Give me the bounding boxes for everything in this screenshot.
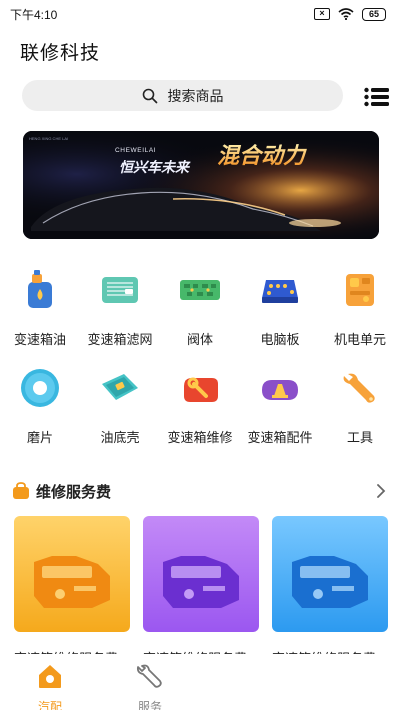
service-card-image [272,516,388,632]
oil-pan-icon [102,374,138,400]
search-placeholder: 搜索商品 [167,87,224,104]
status-time: 下午4:10 [10,7,58,22]
service-card[interactable]: 变速箱维修服务费 [272,516,388,663]
notification-x-icon: × [314,8,330,20]
oil-bottle-icon [28,270,52,308]
battery-icon: 65 [362,7,386,21]
service-card[interactable]: 变速箱维修服务费 [14,516,130,663]
nav-tab-service[interactable]: 服务 [120,662,180,710]
search-input[interactable]: 搜索商品 [22,80,343,111]
tool-icon [343,373,375,403]
category-computer-board[interactable]: 电脑板 [242,268,318,348]
service-card-image [14,516,130,632]
service-card-image [143,516,259,632]
banner-slogan-right: 混合动力 [217,143,307,169]
repair-wrench-icon [184,377,218,402]
category-transmission-oil[interactable]: 变速箱油 [2,268,78,348]
app-title: 联修科技 [20,43,101,64]
category-oil-pan[interactable]: 油底壳 [82,366,158,446]
category-label: 变速箱滤网 [87,332,153,347]
nav-label: 汽配 [37,700,62,710]
wifi-icon [338,8,354,20]
category-tools[interactable]: 工具 [322,366,398,446]
banner-tiny-text: HENG XING CHE LAI [29,136,68,141]
service-card[interactable]: 变速箱维修服务费 [143,516,259,663]
status-bar: 下午4:10 × 65 [0,0,400,28]
category-label: 变速箱配件 [247,430,313,445]
category-label: 机电单元 [333,332,386,347]
category-valve-body[interactable]: 阀体 [162,268,238,348]
category-mechatronic-unit[interactable]: 机电单元 [322,268,398,348]
banner-slogan-left: 恒兴车未来 [119,159,191,176]
section-title: 维修服务费 [36,483,112,501]
category-label: 变速箱油 [13,332,66,347]
category-label: 阀体 [186,332,213,347]
nav-tab-auto-parts[interactable]: 汽配 [20,662,80,710]
promo-banner[interactable]: HENG XING CHE LAI CHEWEILAI 恒兴车未来 混合动力 [23,131,379,239]
category-transmission-parts[interactable]: 变速箱配件 [242,366,318,446]
section-header[interactable]: 维修服务费 [12,478,390,504]
bottom-nav: 汽配 服务 [0,654,400,710]
circuit-board-icon [262,280,298,303]
search-icon [142,88,157,103]
friction-disc-icon [21,369,59,407]
home-icon [39,665,61,688]
banner-graphic: HENG XING CHE LAI CHEWEILAI 恒兴车未来 混合动力 [23,131,379,239]
mechatronic-unit-icon [346,274,374,306]
list-menu-icon[interactable] [364,86,390,108]
category-label: 变速箱维修 [167,430,233,445]
shopping-bag-icon [13,482,29,499]
valve-body-icon [180,280,220,300]
status-icons: × 65 [314,7,386,21]
category-label: 工具 [346,430,373,445]
category-label: 油底壳 [100,430,140,445]
category-transmission-repair[interactable]: 变速箱维修 [162,366,238,446]
banner-brand: CHEWEILAI [115,147,156,154]
category-label: 电脑板 [260,332,300,347]
nav-label: 服务 [137,700,162,710]
category-friction-disc[interactable]: 磨片 [2,366,78,446]
wrench-icon [136,664,162,688]
filter-icon [102,277,138,303]
category-label: 磨片 [26,430,53,445]
chevron-right-icon[interactable] [374,482,388,500]
parts-icon [262,380,298,400]
category-transmission-filter[interactable]: 变速箱滤网 [82,268,158,348]
